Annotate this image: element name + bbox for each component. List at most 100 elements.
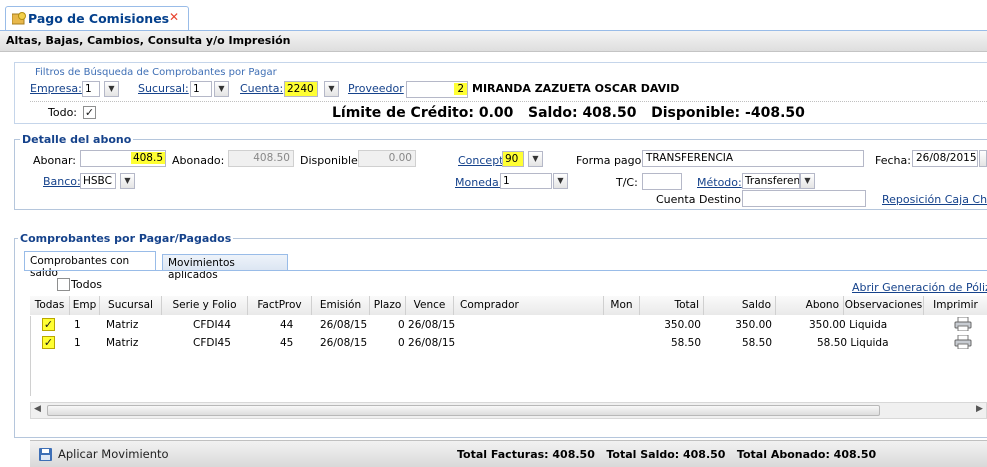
metodo-select[interactable]: Transferen <box>742 173 800 189</box>
col-emision[interactable]: Emisión <box>312 296 370 315</box>
proveedor-name: MIRANDA ZAZUETA OSCAR DAVID <box>472 82 680 95</box>
printer-icon[interactable] <box>954 335 972 349</box>
cuenta-destino-input[interactable] <box>742 190 866 207</box>
footer-totals: Total Facturas: 408.50 Total Saldo: 408.… <box>457 448 877 461</box>
folder-money-icon <box>12 12 26 25</box>
col-vence[interactable]: Vence <box>406 296 454 315</box>
cell-abono-obs: 58.50 Liquida <box>817 337 889 349</box>
abonar-label: Abonar: <box>33 154 76 167</box>
cell-factprov: 44 <box>280 319 294 331</box>
sucursal-label[interactable]: Sucursal: <box>138 82 189 95</box>
empresa-label[interactable]: Empresa: <box>30 82 82 95</box>
proveedor-id-input[interactable]: 2 <box>406 81 468 98</box>
horizontal-scrollbar[interactable]: ◀ ▶ <box>30 402 987 419</box>
sucursal-select[interactable]: 1 <box>190 81 212 97</box>
cell-emision: 26/08/15 <box>320 319 368 331</box>
table-row[interactable]: ✓ 1 Matriz CFDI44 44 26/08/15 0 26/08/15… <box>30 316 987 334</box>
col-plazo[interactable]: Plazo <box>370 296 406 315</box>
cell-folio: CFDI44 <box>193 319 231 331</box>
empresa-select[interactable]: 1 <box>82 81 100 97</box>
cell-saldo: 350.00 <box>735 319 772 331</box>
tc-label: T/C: <box>616 176 638 189</box>
footer-toolbar: Aplicar Movimiento Total Facturas: 408.5… <box>30 440 987 467</box>
disponible-label: Disponible <box>300 154 358 167</box>
chevron-down-icon[interactable]: ▼ <box>214 81 229 97</box>
forma-pago-input[interactable]: TRANSFERENCIA <box>642 150 864 167</box>
todo-label: Todo: <box>48 106 77 119</box>
scroll-right-icon[interactable]: ▶ <box>976 404 983 414</box>
col-emp[interactable]: Emp <box>70 296 100 315</box>
cell-folio: CFDI45 <box>193 337 231 349</box>
abrir-poliza-link[interactable]: Abrir Generación de Póliza <box>852 281 987 294</box>
col-imprimir[interactable]: Imprimir <box>924 296 987 315</box>
concepto-select[interactable]: 90 <box>502 151 524 167</box>
abonar-value: 408.5 <box>130 152 165 164</box>
calendar-icon[interactable] <box>979 150 987 167</box>
moneda-select[interactable]: 1 <box>500 173 552 189</box>
cell-sucursal: Matriz <box>106 319 139 331</box>
cell-emp: 1 <box>74 319 81 331</box>
cell-emision: 26/08/15 <box>320 337 368 349</box>
chevron-down-icon[interactable]: ▼ <box>553 173 568 189</box>
proveedor-label[interactable]: Proveedor <box>348 82 404 95</box>
title-bar: Altas, Bajas, Cambios, Consulta y/o Impr… <box>0 30 987 52</box>
todos-label: Todos <box>71 278 103 291</box>
col-abono[interactable]: Abono <box>776 296 844 315</box>
cell-vence: 0 26/08/15 <box>398 319 456 331</box>
col-factprov[interactable]: FactProv <box>248 296 312 315</box>
col-todas[interactable]: Todas <box>30 296 70 315</box>
detalle-legend: Detalle del abono <box>20 133 134 146</box>
reposicion-link[interactable]: Reposición Caja Chica <box>882 193 987 206</box>
cell-factprov: 45 <box>280 337 294 349</box>
tab-label: Pago de Comisiones <box>28 11 170 26</box>
moneda-label[interactable]: Moneda: <box>455 176 502 189</box>
metodo-label[interactable]: Método: <box>697 176 742 189</box>
chevron-down-icon[interactable]: ▼ <box>104 81 119 97</box>
printer-icon[interactable] <box>954 317 972 331</box>
credit-summary: Límite de Crédito: 0.00 Saldo: 408.50 Di… <box>332 105 805 121</box>
aplicar-movimiento-button[interactable]: Aplicar Movimiento <box>58 447 169 461</box>
page-title: Altas, Bajas, Cambios, Consulta y/o Impr… <box>6 34 291 47</box>
scroll-left-icon[interactable]: ◀ <box>34 404 41 414</box>
todo-checkbox[interactable]: ✓ <box>83 106 96 119</box>
row-checkbox[interactable]: ✓ <box>42 336 55 349</box>
banco-select[interactable]: HSBC <box>80 173 116 189</box>
cuenta-select[interactable]: 2240 <box>284 81 318 97</box>
chevron-down-icon[interactable]: ▼ <box>324 81 339 97</box>
close-icon[interactable]: ✕ <box>169 10 179 24</box>
tab-pago-comisiones[interactable]: Pago de Comisiones ✕ <box>5 6 189 30</box>
table-row[interactable]: ✓ 1 Matriz CFDI45 45 26/08/15 0 26/08/15… <box>30 334 987 352</box>
cell-sucursal: Matriz <box>106 337 139 349</box>
tab-movimientos-aplicados[interactable]: Movimientos aplicados <box>162 254 288 281</box>
cell-total: 350.00 <box>664 319 701 331</box>
divider <box>30 101 987 102</box>
col-total[interactable]: Total <box>640 296 704 315</box>
col-comprador[interactable]: Comprador <box>454 296 604 315</box>
col-saldo[interactable]: Saldo <box>704 296 776 315</box>
row-checkbox[interactable]: ✓ <box>42 318 55 331</box>
save-icon <box>39 448 52 461</box>
abonado-label: Abonado: <box>172 154 225 167</box>
cuenta-destino-label: Cuenta Destino: <box>656 193 745 206</box>
col-serie-folio[interactable]: Serie y Folio <box>162 296 248 315</box>
proveedor-id: 2 <box>454 83 467 95</box>
fecha-input[interactable]: 26/08/2015 <box>912 150 978 167</box>
chevron-down-icon[interactable]: ▼ <box>800 173 815 189</box>
tc-input[interactable] <box>642 173 682 190</box>
cuenta-label[interactable]: Cuenta: <box>240 82 283 95</box>
cell-abono-obs: 350.00 Liquida <box>809 319 888 331</box>
disponible-field: 0.00 <box>358 150 416 167</box>
chevron-down-icon[interactable]: ▼ <box>528 151 543 167</box>
col-observaciones[interactable]: Observaciones <box>844 296 924 315</box>
todos-checkbox[interactable] <box>57 278 70 291</box>
abonar-input[interactable]: 408.5 <box>80 150 166 167</box>
cell-total: 58.50 <box>670 337 701 349</box>
col-sucursal[interactable]: Sucursal <box>100 296 162 315</box>
tab-comprobantes-con-saldo[interactable]: Comprobantes con saldo <box>24 251 156 279</box>
scrollbar-thumb[interactable] <box>47 405 880 416</box>
chevron-down-icon[interactable]: ▼ <box>120 173 135 189</box>
col-mon[interactable]: Mon <box>604 296 640 315</box>
tab-bar: Pago de Comisiones ✕ <box>0 0 987 30</box>
abonado-field: 408.50 <box>228 150 294 167</box>
banco-label[interactable]: Banco: <box>43 175 81 188</box>
